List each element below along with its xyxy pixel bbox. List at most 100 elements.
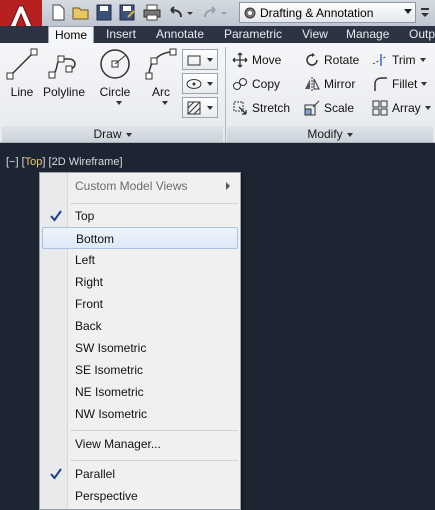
customize-toolbar-icon[interactable] [418,3,432,22]
array-label: Array [392,101,421,115]
chevron-down-icon [421,82,428,86]
stretch-label: Stretch [252,101,291,115]
tab-manage[interactable]: Manage [346,26,389,43]
ribbon-panel: Line Polyline Circle Arc Move Rotate Tri… [0,43,435,143]
mirror-label: Mirror [324,77,356,91]
chevron-down-icon [125,132,132,137]
polyline-label: Polyline [42,85,86,99]
circle-tool[interactable]: Circle [90,47,140,105]
menu-separator [70,430,238,431]
chevron-down-icon [207,82,213,86]
tab-annotate[interactable]: Annotate [156,26,204,43]
rotate-tool[interactable]: Rotate [304,50,359,70]
view-context-menu: Custom Model Views Top Bottom Left Right… [39,172,241,510]
menu-item-front[interactable]: Front [42,293,238,315]
menu-item-label: Back [75,319,102,333]
rectangle-icon [187,55,201,66]
menu-item-sw-isometric[interactable]: SW Isometric [42,337,238,359]
new-file-icon[interactable] [48,3,68,22]
menu-item-custom-model-views[interactable]: Custom Model Views [42,175,238,197]
mirror-icon [305,77,320,91]
fillet-tool[interactable]: Fillet [372,74,428,94]
polyline-tool[interactable]: Polyline [39,47,89,105]
menu-item-top[interactable]: Top [42,205,238,227]
copy-tool[interactable]: Copy [232,74,280,94]
menu-item-label: SW Isometric [75,341,147,355]
menu-item-perspective[interactable]: Perspective [42,485,238,507]
menu-item-se-isometric[interactable]: SE Isometric [42,359,238,381]
tab-parametric[interactable]: Parametric [224,26,282,43]
draw-panel-title[interactable]: Draw [2,126,223,142]
undo-dropdown-icon[interactable] [185,3,195,22]
menu-item-ne-isometric[interactable]: NE Isometric [42,381,238,403]
rectangle-dropdown[interactable] [182,49,218,70]
chevron-down-icon [207,106,213,110]
menu-item-label: SE Isometric [75,363,144,377]
trim-tool[interactable]: Trim [372,50,426,70]
view-name: Top [24,156,43,168]
menu-item-label: Parallel [75,467,116,481]
menu-separator [70,460,238,461]
quick-access-toolbar: Drafting & Annotation [0,0,435,42]
menu-item-label: Left [75,253,96,267]
modify-panel-title[interactable]: Modify [227,126,433,142]
array-tool[interactable]: Array [372,98,431,118]
tab-view[interactable]: View [302,26,328,43]
menu-item-nw-isometric[interactable]: NW Isometric [42,403,238,425]
trim-icon [372,54,388,66]
viewport-menu-toggle[interactable]: [−] [6,156,19,168]
panel-divider [225,47,226,143]
menu-separator [70,203,238,204]
menu-item-bottom[interactable]: Bottom [42,227,238,249]
tab-output[interactable]: Outp [409,26,435,43]
chevron-down-icon [116,101,122,105]
move-tool[interactable]: Move [232,50,281,70]
visual-style-label[interactable]: [2D Wireframe] [49,156,123,168]
open-file-icon[interactable] [71,3,91,22]
scale-tool[interactable]: Scale [304,98,354,118]
trim-label: Trim [392,53,416,67]
ribbon-tabs: Home Insert Annotate Parametric View Man… [0,26,435,43]
ellipse-icon [186,79,202,89]
menu-item-label: Top [75,209,95,223]
workspace-dropdown[interactable]: Drafting & Annotation [239,2,416,23]
arc-icon [145,48,177,80]
menu-item-label: NW Isometric [75,407,147,421]
arc-tool[interactable]: Arc [136,47,186,105]
undo-icon[interactable] [166,3,186,22]
print-icon[interactable] [142,3,162,22]
chevron-down-icon [404,9,412,14]
tab-insert[interactable]: Insert [106,26,136,43]
mirror-tool[interactable]: Mirror [304,74,355,94]
save-as-icon[interactable] [117,3,137,22]
chevron-right-icon [226,182,230,190]
chevron-down-icon [419,58,426,62]
chevron-down-icon [162,101,168,105]
menu-item-back[interactable]: Back [42,315,238,337]
menu-item-left[interactable]: Left [42,249,238,271]
hatch-icon [187,101,201,115]
hatch-dropdown[interactable] [182,97,218,118]
save-icon[interactable] [94,3,114,22]
workspace-label: Drafting & Annotation [260,5,374,20]
stretch-tool[interactable]: Stretch [232,98,290,118]
fillet-icon [374,77,387,91]
move-icon [232,52,248,68]
view-cube-label[interactable]: [Top] [22,156,46,168]
move-label: Move [252,53,282,67]
redo-dropdown-icon[interactable] [219,3,229,22]
fillet-label: Fillet [392,77,418,91]
menu-item-right[interactable]: Right [42,271,238,293]
copy-label: Copy [252,77,281,91]
modify-panel-label: Modify [307,127,343,141]
menu-item-label: Right [75,275,104,289]
checkmark-icon [50,468,62,480]
scale-label: Scale [324,101,355,115]
scale-icon [304,100,320,116]
arc-label: Arc [152,85,170,99]
ellipse-dropdown[interactable] [182,73,218,94]
menu-item-parallel[interactable]: Parallel [42,463,238,485]
menu-item-view-manager[interactable]: View Manager... [42,433,238,455]
tab-home[interactable]: Home [48,26,95,43]
redo-icon[interactable] [200,3,220,22]
